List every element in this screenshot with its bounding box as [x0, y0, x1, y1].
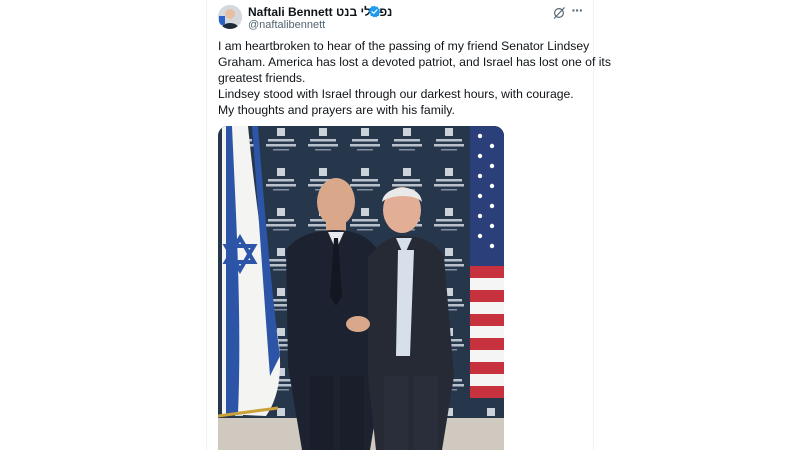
- tweet-text-line: I am heartbroken to hear of the passing …: [218, 39, 590, 53]
- tweet-text-line: My thoughts and prayers are with his fam…: [218, 103, 455, 117]
- tweet-text: I am heartbroken to hear of the passing …: [218, 38, 611, 118]
- tweet-text-line: Graham. America has lost a devoted patri…: [218, 55, 611, 69]
- more-options-icon[interactable]: ···: [569, 3, 585, 17]
- tweet-text-line: greatest friends.: [218, 71, 306, 85]
- tweet-text-line: Lindsey stood with Israel through our da…: [218, 87, 574, 101]
- grok-icon[interactable]: [552, 6, 566, 20]
- author-handle[interactable]: @naftalibennett: [248, 19, 325, 31]
- author-avatar[interactable]: [218, 5, 242, 29]
- verified-badge-icon: [368, 5, 381, 18]
- tweet-photo[interactable]: [218, 126, 504, 450]
- photo-illustration: [218, 126, 504, 450]
